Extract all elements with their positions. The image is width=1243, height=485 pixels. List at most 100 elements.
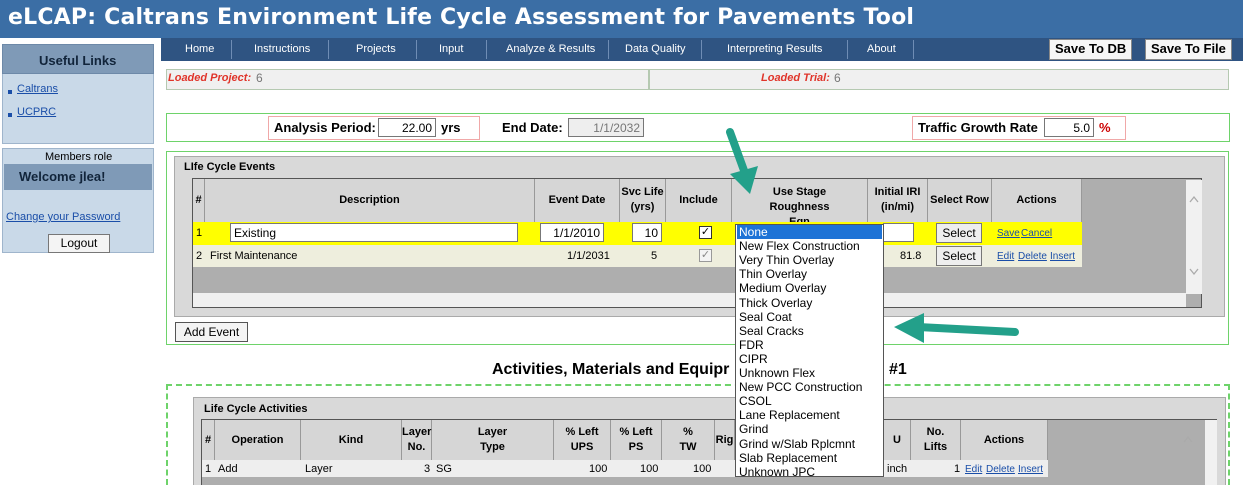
activities-legend: Life Cycle Activities: [204, 403, 308, 415]
bullet-icon: [8, 113, 12, 117]
row-left-ps: 100: [640, 463, 659, 475]
dropdown-option[interactable]: Grind w/Slab Rplcmnt: [739, 437, 855, 451]
row-left-ups: 100: [589, 463, 608, 475]
chevron-up-icon[interactable]: [1183, 435, 1193, 443]
loaded-project-value: 6: [256, 71, 263, 85]
include-checkbox[interactable]: ✓: [699, 226, 712, 239]
nav-interpreting-results[interactable]: Interpreting Results: [727, 43, 822, 55]
row-svc-life: 5: [651, 250, 658, 262]
nav-projects[interactable]: Projects: [356, 43, 396, 55]
col-select-row: Select Row: [928, 179, 992, 222]
col-num: #: [202, 420, 215, 460]
col-operation: Operation: [215, 420, 301, 460]
dropdown-option[interactable]: Slab Replacement: [739, 451, 837, 465]
loaded-trial-label: Loaded Trial:: [761, 72, 830, 84]
link-ucprc[interactable]: UCPRC: [17, 106, 56, 118]
col-layer-no: Layer No.: [402, 420, 432, 460]
logout-button[interactable]: Logout: [48, 234, 110, 253]
col-left-ps: % Left PS: [611, 420, 662, 460]
cancel-link[interactable]: Cancel: [1021, 228, 1052, 239]
description-input[interactable]: Existing: [230, 223, 518, 242]
save-to-file-button[interactable]: Save To File: [1145, 39, 1232, 60]
dropdown-option[interactable]: Unknown JPC: [739, 465, 815, 479]
activities-title-text: Activities, Materials and Equipr: [492, 361, 730, 378]
select-button[interactable]: Select: [936, 246, 982, 266]
dropdown-option[interactable]: New Flex Construction: [739, 240, 860, 253]
dropdown-option[interactable]: Thick Overlay: [739, 296, 812, 310]
dropdown-option[interactable]: CSOL: [739, 395, 772, 408]
vertical-scrollbar[interactable]: [1205, 420, 1217, 485]
save-link[interactable]: Save: [997, 228, 1020, 239]
traffic-growth-input[interactable]: 5.0: [1044, 118, 1094, 137]
members-role-label: Members role: [45, 151, 113, 163]
col-num: #: [193, 179, 205, 222]
app-title: eLCAP: Caltrans Environment Life Cycle A…: [8, 5, 915, 30]
events-legend: LIfe Cycle Events: [184, 161, 276, 173]
nav-instructions[interactable]: Instructions: [254, 43, 310, 55]
chevron-up-icon[interactable]: [1189, 195, 1199, 203]
activities-title: Activities, Materials and Equipr: [492, 361, 729, 379]
dropdown-option[interactable]: FDR: [739, 338, 764, 352]
horizontal-scrollbar[interactable]: [193, 293, 1186, 307]
arrow-left-icon: [894, 313, 1019, 343]
row-unit: inch: [887, 463, 908, 475]
nav-analyze-results[interactable]: Analyze & Results: [506, 43, 595, 55]
save-to-db-button[interactable]: Save To DB: [1049, 39, 1133, 60]
row-initial-iri: 81.8: [900, 250, 922, 262]
chevron-down-icon[interactable]: [1189, 268, 1199, 276]
svc-life-input[interactable]: 10: [632, 223, 662, 242]
dropdown-option[interactable]: Seal Coat: [739, 310, 792, 324]
traffic-growth-label: Traffic Growth Rate: [918, 120, 1038, 135]
row-tw: 100: [693, 463, 712, 475]
dropdown-option[interactable]: Lane Replacement: [739, 409, 840, 422]
include-checkbox: ✓: [699, 249, 712, 262]
insert-link[interactable]: Insert: [1018, 464, 1043, 475]
activities-title-suffix: #1: [889, 361, 907, 378]
row-num: 2: [196, 250, 203, 262]
nav-data-quality[interactable]: Data Quality: [625, 43, 686, 55]
loaded-trial-value: 6: [834, 71, 841, 85]
analysis-period-unit: yrs: [441, 120, 461, 135]
dropdown-option[interactable]: New PCC Construction: [739, 381, 862, 394]
nav-input[interactable]: Input: [439, 43, 463, 55]
event-date-input[interactable]: 1/1/2010: [540, 223, 604, 242]
useful-links-title: Useful Links: [39, 53, 117, 68]
dropdown-option[interactable]: CIPR: [739, 352, 768, 366]
row-event-date: 1/1/2031: [567, 250, 610, 262]
row-layer-type: SG: [436, 463, 452, 475]
row-lifts: 1: [954, 463, 961, 475]
initial-iri-input[interactable]: [883, 223, 914, 242]
col-actions: Actions: [961, 420, 1048, 460]
select-button[interactable]: Select: [936, 223, 982, 243]
col-u: U: [884, 420, 911, 460]
edit-link[interactable]: Edit: [965, 464, 982, 475]
end-date-input: 1/1/2032: [568, 118, 644, 137]
dropdown-option[interactable]: Very Thin Overlay: [739, 254, 834, 267]
col-initial-iri: Initial IRI (in/mi): [868, 179, 928, 222]
dropdown-option[interactable]: Medium Overlay: [739, 282, 826, 295]
dropdown-option[interactable]: None: [739, 226, 768, 239]
dropdown-option[interactable]: Thin Overlay: [739, 268, 807, 281]
edit-link[interactable]: Edit: [997, 251, 1014, 262]
dropdown-option[interactable]: Unknown Flex: [739, 367, 815, 380]
change-password-link[interactable]: Change your Password: [6, 211, 120, 223]
col-description: Description: [205, 179, 535, 222]
dropdown-option[interactable]: Grind: [739, 423, 768, 436]
nav-about[interactable]: About: [867, 43, 896, 55]
dropdown-option[interactable]: Seal Cracks: [739, 324, 804, 338]
row-num: 1: [196, 227, 203, 239]
delete-link[interactable]: Delete: [1018, 251, 1047, 262]
link-caltrans[interactable]: Caltrans: [17, 83, 58, 95]
row-description: First Maintenance: [210, 250, 298, 262]
nav-home[interactable]: Home: [185, 43, 214, 55]
analysis-period-label: Analysis Period:: [274, 120, 376, 135]
add-event-button[interactable]: Add Event: [175, 322, 248, 342]
analysis-period-input[interactable]: 22.00: [378, 118, 436, 137]
end-date-label: End Date:: [502, 120, 563, 135]
loaded-project-label: Loaded Project:: [168, 72, 252, 84]
insert-link[interactable]: Insert: [1050, 251, 1075, 262]
col-kind: Kind: [301, 420, 402, 460]
col-rig: Rig: [715, 420, 735, 460]
delete-link[interactable]: Delete: [986, 464, 1015, 475]
col-tw: % TW: [662, 420, 715, 460]
